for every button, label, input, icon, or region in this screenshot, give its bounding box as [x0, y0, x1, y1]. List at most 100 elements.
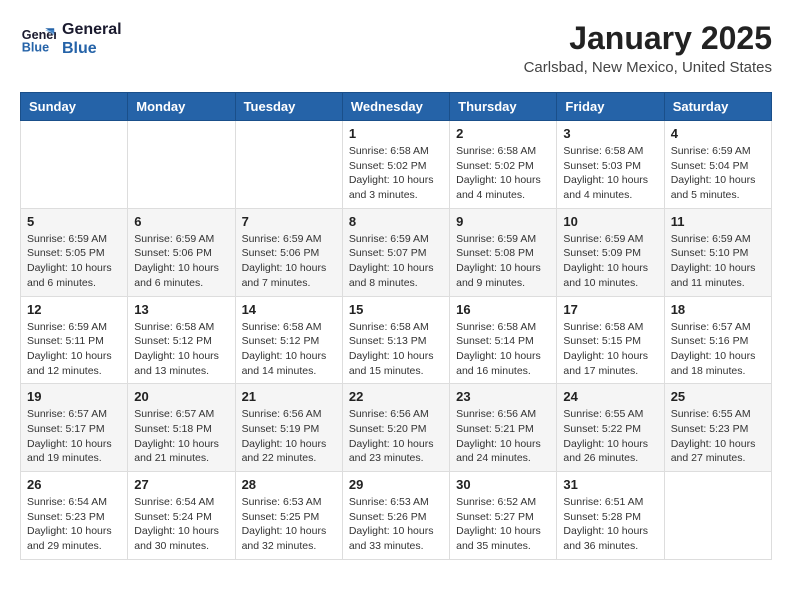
day-info: Sunrise: 6:58 AM Sunset: 5:02 PM Dayligh… [456, 144, 550, 203]
calendar-cell: 13 Sunrise: 6:58 AM Sunset: 5:12 PM Dayli… [128, 296, 235, 384]
weekday-header-friday: Friday [557, 93, 664, 121]
day-info: Sunrise: 6:55 AM Sunset: 5:22 PM Dayligh… [563, 407, 657, 466]
day-number: 14 [242, 302, 336, 317]
logo-icon: General Blue [20, 21, 56, 57]
day-info: Sunrise: 6:58 AM Sunset: 5:03 PM Dayligh… [563, 144, 657, 203]
day-number: 18 [671, 302, 765, 317]
day-info: Sunrise: 6:57 AM Sunset: 5:16 PM Dayligh… [671, 320, 765, 379]
day-info: Sunrise: 6:56 AM Sunset: 5:20 PM Dayligh… [349, 407, 443, 466]
logo-general: General [62, 20, 122, 39]
calendar-week-1: 1 Sunrise: 6:58 AM Sunset: 5:02 PM Daylig… [21, 121, 772, 209]
day-number: 7 [242, 214, 336, 229]
day-info: Sunrise: 6:59 AM Sunset: 5:05 PM Dayligh… [27, 232, 121, 291]
calendar-week-2: 5Sunrise: 6:59 AM Sunset: 5:05 PM Daylig… [21, 208, 772, 296]
day-info: Sunrise: 6:58 AM Sunset: 5:13 PM Dayligh… [349, 320, 443, 379]
calendar-cell: 7 Sunrise: 6:59 AM Sunset: 5:06 PM Daylig… [235, 208, 342, 296]
day-number: 29 [349, 477, 443, 492]
day-info: Sunrise: 6:56 AM Sunset: 5:19 PM Dayligh… [242, 407, 336, 466]
calendar-table: SundayMondayTuesdayWednesdayThursdayFrid… [20, 92, 772, 560]
day-info: Sunrise: 6:59 AM Sunset: 5:11 PM Dayligh… [27, 320, 121, 379]
calendar-cell: 25 Sunrise: 6:55 AM Sunset: 5:23 PM Dayli… [664, 384, 771, 472]
logo-blue: Blue [62, 39, 122, 58]
day-info: Sunrise: 6:54 AM Sunset: 5:24 PM Dayligh… [134, 495, 228, 554]
day-number: 30 [456, 477, 550, 492]
calendar-cell: 8 Sunrise: 6:59 AM Sunset: 5:07 PM Daylig… [342, 208, 449, 296]
day-info: Sunrise: 6:58 AM Sunset: 5:12 PM Dayligh… [134, 320, 228, 379]
day-number: 11 [671, 214, 765, 229]
day-number: 23 [456, 389, 550, 404]
calendar-week-3: 12 Sunrise: 6:59 AM Sunset: 5:11 PM Dayli… [21, 296, 772, 384]
day-info: Sunrise: 6:53 AM Sunset: 5:25 PM Dayligh… [242, 495, 336, 554]
calendar-cell: 11 Sunrise: 6:59 AM Sunset: 5:10 PM Dayli… [664, 208, 771, 296]
weekday-header-thursday: Thursday [450, 93, 557, 121]
calendar-cell: 12 Sunrise: 6:59 AM Sunset: 5:11 PM Dayli… [21, 296, 128, 384]
calendar-cell: 4Sunrise: 6:59 AM Sunset: 5:04 PM Daylig… [664, 121, 771, 209]
day-number: 19 [27, 389, 121, 404]
logo: General Blue General Blue [20, 20, 122, 58]
weekday-header-row: SundayMondayTuesdayWednesdayThursdayFrid… [21, 93, 772, 121]
weekday-header-saturday: Saturday [664, 93, 771, 121]
calendar-cell: 5Sunrise: 6:59 AM Sunset: 5:05 PM Daylig… [21, 208, 128, 296]
day-info: Sunrise: 6:59 AM Sunset: 5:06 PM Dayligh… [242, 232, 336, 291]
day-info: Sunrise: 6:58 AM Sunset: 5:12 PM Dayligh… [242, 320, 336, 379]
day-number: 24 [563, 389, 657, 404]
day-number: 31 [563, 477, 657, 492]
day-info: Sunrise: 6:55 AM Sunset: 5:23 PM Dayligh… [671, 407, 765, 466]
calendar-cell: 18 Sunrise: 6:57 AM Sunset: 5:16 PM Dayli… [664, 296, 771, 384]
day-info: Sunrise: 6:56 AM Sunset: 5:21 PM Dayligh… [456, 407, 550, 466]
calendar-cell: 28 Sunrise: 6:53 AM Sunset: 5:25 PM Dayli… [235, 472, 342, 560]
day-number: 25 [671, 389, 765, 404]
day-number: 15 [349, 302, 443, 317]
title-block: January 2025 Carlsbad, New Mexico, Unite… [524, 20, 772, 76]
calendar-cell: 23 Sunrise: 6:56 AM Sunset: 5:21 PM Dayli… [450, 384, 557, 472]
day-info: Sunrise: 6:58 AM Sunset: 5:02 PM Dayligh… [349, 144, 443, 203]
day-number: 16 [456, 302, 550, 317]
calendar-cell: 31 Sunrise: 6:51 AM Sunset: 5:28 PM Dayli… [557, 472, 664, 560]
day-info: Sunrise: 6:51 AM Sunset: 5:28 PM Dayligh… [563, 495, 657, 554]
day-number: 1 [349, 126, 443, 141]
day-info: Sunrise: 6:57 AM Sunset: 5:18 PM Dayligh… [134, 407, 228, 466]
day-number: 3 [563, 126, 657, 141]
calendar-cell: 15 Sunrise: 6:58 AM Sunset: 5:13 PM Dayli… [342, 296, 449, 384]
calendar-cell: 26Sunrise: 6:54 AM Sunset: 5:23 PM Dayli… [21, 472, 128, 560]
calendar-cell: 14 Sunrise: 6:58 AM Sunset: 5:12 PM Dayli… [235, 296, 342, 384]
weekday-header-tuesday: Tuesday [235, 93, 342, 121]
day-info: Sunrise: 6:59 AM Sunset: 5:08 PM Dayligh… [456, 232, 550, 291]
day-number: 2 [456, 126, 550, 141]
day-number: 22 [349, 389, 443, 404]
day-info: Sunrise: 6:59 AM Sunset: 5:09 PM Dayligh… [563, 232, 657, 291]
day-info: Sunrise: 6:59 AM Sunset: 5:10 PM Dayligh… [671, 232, 765, 291]
weekday-header-sunday: Sunday [21, 93, 128, 121]
day-number: 8 [349, 214, 443, 229]
calendar-cell: 10Sunrise: 6:59 AM Sunset: 5:09 PM Dayli… [557, 208, 664, 296]
calendar-week-4: 19 Sunrise: 6:57 AM Sunset: 5:17 PM Dayli… [21, 384, 772, 472]
day-number: 26 [27, 477, 121, 492]
day-number: 27 [134, 477, 228, 492]
day-info: Sunrise: 6:59 AM Sunset: 5:06 PM Dayligh… [134, 232, 228, 291]
calendar-week-5: 26Sunrise: 6:54 AM Sunset: 5:23 PM Dayli… [21, 472, 772, 560]
day-number: 21 [242, 389, 336, 404]
weekday-header-monday: Monday [128, 93, 235, 121]
day-info: Sunrise: 6:59 AM Sunset: 5:07 PM Dayligh… [349, 232, 443, 291]
calendar-cell: 9Sunrise: 6:59 AM Sunset: 5:08 PM Daylig… [450, 208, 557, 296]
page-header: General Blue General Blue January 2025 C… [20, 20, 772, 76]
day-number: 13 [134, 302, 228, 317]
calendar-cell: 29Sunrise: 6:53 AM Sunset: 5:26 PM Dayli… [342, 472, 449, 560]
day-number: 4 [671, 126, 765, 141]
calendar-cell [21, 121, 128, 209]
calendar-cell: 20 Sunrise: 6:57 AM Sunset: 5:18 PM Dayli… [128, 384, 235, 472]
calendar-cell: 6Sunrise: 6:59 AM Sunset: 5:06 PM Daylig… [128, 208, 235, 296]
weekday-header-wednesday: Wednesday [342, 93, 449, 121]
day-number: 20 [134, 389, 228, 404]
calendar-cell [235, 121, 342, 209]
calendar-cell [664, 472, 771, 560]
calendar-cell: 16Sunrise: 6:58 AM Sunset: 5:14 PM Dayli… [450, 296, 557, 384]
calendar-cell [128, 121, 235, 209]
day-number: 28 [242, 477, 336, 492]
day-number: 12 [27, 302, 121, 317]
calendar-cell: 22 Sunrise: 6:56 AM Sunset: 5:20 PM Dayli… [342, 384, 449, 472]
calendar-cell: 30 Sunrise: 6:52 AM Sunset: 5:27 PM Dayli… [450, 472, 557, 560]
day-info: Sunrise: 6:52 AM Sunset: 5:27 PM Dayligh… [456, 495, 550, 554]
calendar-cell: 24 Sunrise: 6:55 AM Sunset: 5:22 PM Dayli… [557, 384, 664, 472]
day-info: Sunrise: 6:57 AM Sunset: 5:17 PM Dayligh… [27, 407, 121, 466]
